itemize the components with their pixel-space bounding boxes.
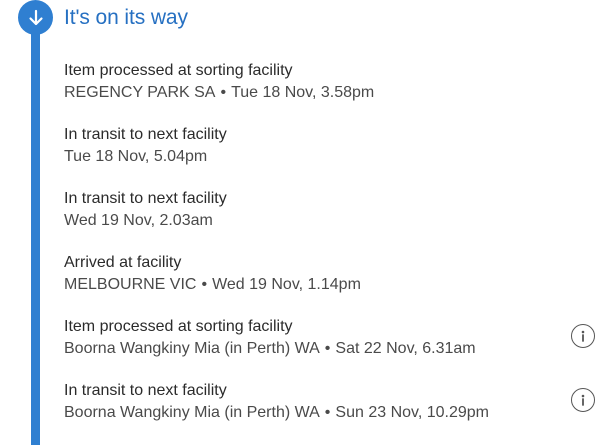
separator: • (324, 340, 331, 357)
event-location: Boorna Wangkiny Mia (in Perth) WA (64, 340, 320, 357)
arrow-down-icon (28, 9, 44, 27)
event-detail: Tue 18 Nov, 5.04pm (64, 147, 564, 167)
event-title: In transit to next facility (64, 126, 227, 143)
event-time: Sun 23 Nov, 10.29pm (335, 404, 489, 421)
event-title: Arrived at facility (64, 254, 182, 271)
event-time: Tue 18 Nov, 5.04pm (64, 148, 208, 165)
event-location: Boorna Wangkiny Mia (in Perth) WA (64, 404, 320, 421)
timeline-event: In transit to next facility Tue 18 Nov, … (64, 125, 564, 167)
event-title: In transit to next facility (64, 382, 227, 399)
tracking-timeline: It's on its way Item processed at sortin… (0, 0, 606, 445)
separator: • (201, 276, 208, 293)
timeline-event: Item processed at sorting facility REGEN… (64, 61, 564, 103)
event-location: MELBOURNE VIC (64, 276, 197, 293)
timeline-rail (31, 22, 40, 445)
timeline-event: Arrived at facility MELBOURNE VIC • Wed 19… (64, 253, 564, 295)
status-title: It's on its way (64, 6, 188, 29)
timeline-event: Item processed at sorting facility Boorn… (64, 317, 564, 359)
timeline-event: In transit to next facility Wed 19 Nov, … (64, 189, 564, 231)
event-detail: Wed 19 Nov, 2.03am (64, 211, 564, 231)
separator: • (324, 404, 331, 421)
event-title: Item processed at sorting facility (64, 318, 293, 335)
event-time: Sat 22 Nov, 6.31am (335, 340, 476, 357)
timeline-event: In transit to next facility Boorna Wangk… (64, 381, 564, 423)
event-title: Item processed at sorting facility (64, 62, 293, 79)
event-detail: Boorna Wangkiny Mia (in Perth) WA • Sat 22… (64, 339, 564, 359)
event-time: Wed 19 Nov, 2.03am (64, 212, 213, 229)
event-detail: Boorna Wangkiny Mia (in Perth) WA • Sun 23… (64, 403, 564, 423)
event-detail: REGENCY PARK SA • Tue 18 Nov, 3.58pm (64, 83, 564, 103)
event-time: Wed 19 Nov, 1.14pm (212, 276, 361, 293)
separator: • (220, 84, 227, 101)
event-location: REGENCY PARK SA (64, 84, 216, 101)
event-title: In transit to next facility (64, 190, 227, 207)
status-indicator (18, 0, 53, 35)
event-detail: MELBOURNE VIC • Wed 19 Nov, 1.14pm (64, 275, 564, 295)
event-time: Tue 18 Nov, 3.58pm (231, 84, 375, 101)
info-icon[interactable] (571, 324, 595, 348)
info-icon[interactable] (571, 388, 595, 412)
